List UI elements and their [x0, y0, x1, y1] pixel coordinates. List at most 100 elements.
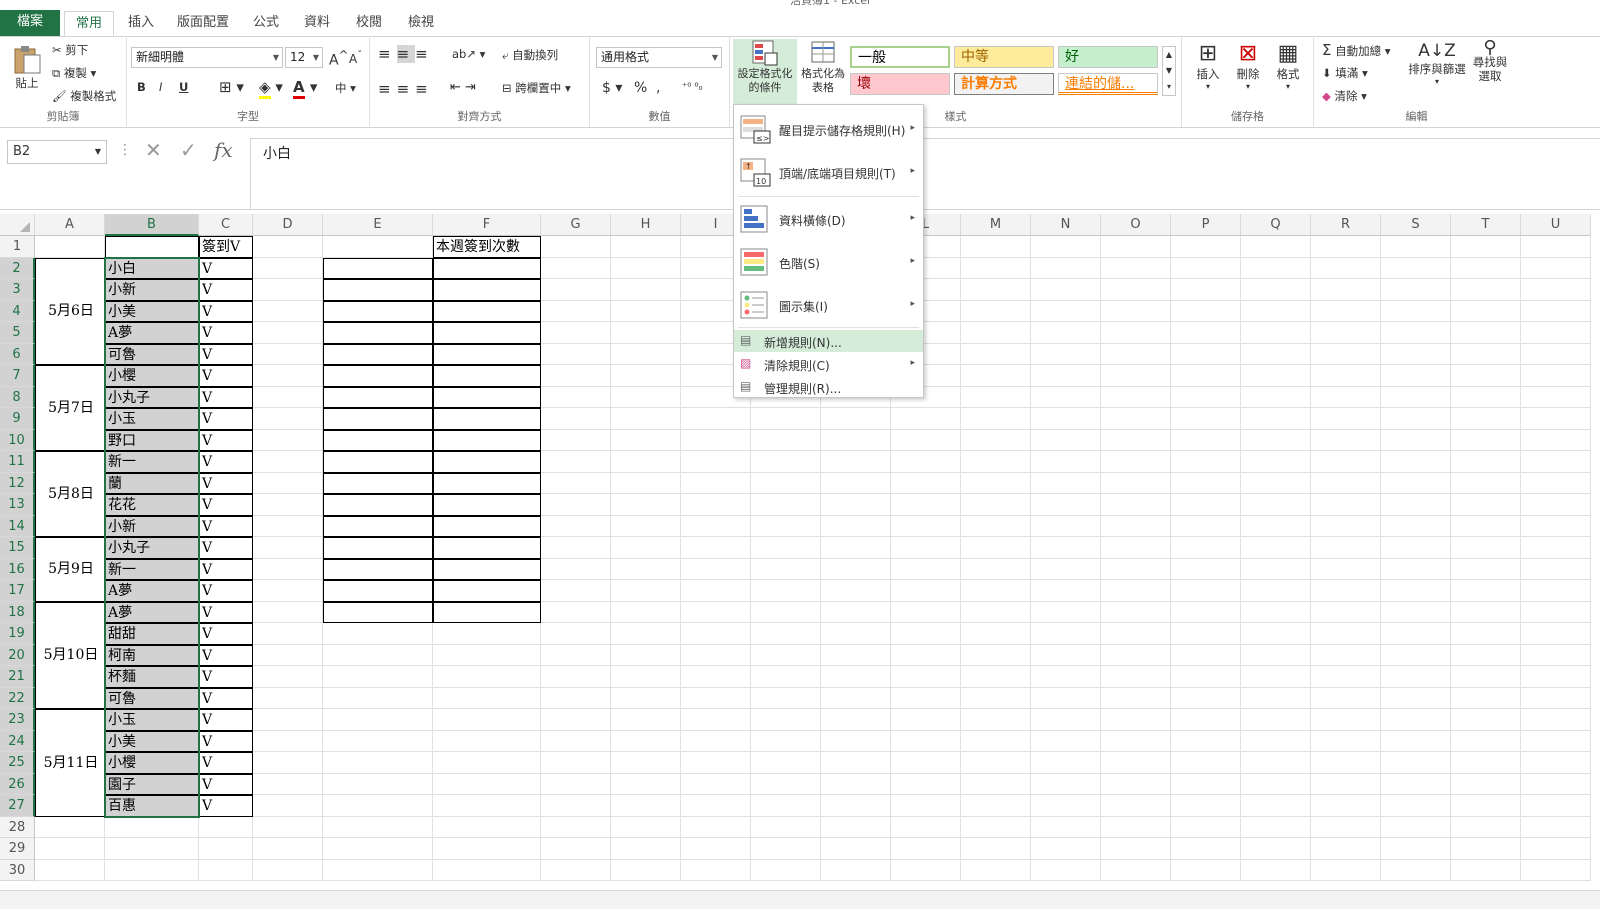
summary-cell[interactable]: [323, 408, 433, 430]
empty-cell[interactable]: [1101, 644, 1171, 666]
empty-cell[interactable]: [1171, 236, 1241, 258]
empty-cell[interactable]: [681, 451, 751, 473]
menu-item-highlight-rules[interactable]: ≤> 醒目提示儲存格規則(H) ▸: [734, 109, 923, 149]
empty-cell[interactable]: [253, 494, 323, 516]
checkin-mark-cell[interactable]: V: [199, 451, 253, 473]
empty-cell[interactable]: [541, 795, 611, 817]
empty-cell[interactable]: [611, 730, 681, 752]
menu-item-data-bars[interactable]: 資料橫條(D) ▸: [734, 199, 923, 239]
empty-cell[interactable]: [961, 236, 1031, 258]
empty-cell[interactable]: [323, 773, 433, 795]
empty-cell[interactable]: [1171, 386, 1241, 408]
empty-cell[interactable]: [1451, 429, 1521, 451]
summary-cell[interactable]: [323, 472, 433, 494]
empty-cell[interactable]: [253, 386, 323, 408]
row-header[interactable]: 14: [0, 515, 35, 537]
empty-cell[interactable]: [1521, 343, 1591, 365]
empty-cell[interactable]: [1101, 365, 1171, 387]
name-cell[interactable]: 小美: [105, 730, 199, 752]
empty-cell[interactable]: [253, 601, 323, 623]
empty-cell[interactable]: [1031, 537, 1101, 559]
empty-cell[interactable]: [681, 494, 751, 516]
column-header[interactable]: E: [323, 214, 433, 236]
empty-cell[interactable]: [1521, 494, 1591, 516]
summary-cell[interactable]: [323, 601, 433, 623]
cut-button[interactable]: ✂ 剪下: [52, 42, 88, 58]
empty-cell[interactable]: [1171, 795, 1241, 817]
empty-cell[interactable]: [433, 730, 541, 752]
empty-cell[interactable]: [1241, 343, 1311, 365]
empty-cell[interactable]: [1031, 730, 1101, 752]
empty-cell[interactable]: [253, 279, 323, 301]
checkin-mark-cell[interactable]: V: [199, 300, 253, 322]
empty-cell[interactable]: [821, 838, 891, 860]
empty-cell[interactable]: [1451, 666, 1521, 688]
empty-cell[interactable]: [1521, 537, 1591, 559]
bold-button[interactable]: B: [137, 80, 146, 94]
name-cell[interactable]: 小丸子: [105, 537, 199, 559]
empty-cell[interactable]: [1451, 601, 1521, 623]
empty-cell[interactable]: [961, 472, 1031, 494]
column-header[interactable]: B: [105, 214, 199, 236]
empty-cell[interactable]: [1451, 816, 1521, 838]
checkin-mark-cell[interactable]: V: [199, 666, 253, 688]
summary-cell[interactable]: [323, 343, 433, 365]
summary-cell[interactable]: [323, 279, 433, 301]
empty-cell[interactable]: [751, 816, 821, 838]
empty-cell[interactable]: [751, 408, 821, 430]
empty-cell[interactable]: [1241, 666, 1311, 688]
empty-cell[interactable]: [253, 300, 323, 322]
column-header[interactable]: G: [541, 214, 611, 236]
checkin-mark-cell[interactable]: V: [199, 494, 253, 516]
empty-cell[interactable]: [1171, 623, 1241, 645]
empty-cell[interactable]: [541, 322, 611, 344]
empty-cell[interactable]: [681, 472, 751, 494]
empty-cell[interactable]: [1381, 580, 1451, 602]
empty-cell[interactable]: [891, 537, 961, 559]
empty-cell[interactable]: [1311, 300, 1381, 322]
empty-cell[interactable]: [433, 666, 541, 688]
empty-cell[interactable]: [253, 752, 323, 774]
empty-cell[interactable]: [433, 859, 541, 881]
empty-cell[interactable]: [751, 580, 821, 602]
empty-cell[interactable]: [253, 365, 323, 387]
empty-cell[interactable]: [891, 558, 961, 580]
empty-cell[interactable]: [1031, 687, 1101, 709]
empty-cell[interactable]: [1101, 279, 1171, 301]
empty-cell[interactable]: [1311, 859, 1381, 881]
empty-cell[interactable]: [1101, 816, 1171, 838]
row-header[interactable]: 25: [0, 752, 35, 774]
empty-cell[interactable]: [1381, 279, 1451, 301]
empty-cell[interactable]: [323, 709, 433, 731]
summary-cell[interactable]: [433, 558, 541, 580]
find-select-button[interactable]: ⚲ 尋找與選取: [1470, 39, 1510, 84]
empty-cell[interactable]: [253, 816, 323, 838]
empty-cell[interactable]: [1311, 601, 1381, 623]
empty-cell[interactable]: [961, 709, 1031, 731]
empty-cell[interactable]: [1101, 838, 1171, 860]
row-header[interactable]: 1: [0, 236, 35, 258]
summary-cell[interactable]: [433, 580, 541, 602]
empty-cell[interactable]: [961, 752, 1031, 774]
empty-cell[interactable]: [1241, 365, 1311, 387]
empty-cell[interactable]: [681, 816, 751, 838]
row-header[interactable]: 10: [0, 429, 35, 451]
empty-cell[interactable]: [541, 494, 611, 516]
empty-cell[interactable]: [681, 644, 751, 666]
empty-cell[interactable]: [1031, 623, 1101, 645]
empty-cell[interactable]: [1521, 322, 1591, 344]
empty-cell[interactable]: [1451, 752, 1521, 774]
empty-cell[interactable]: [1241, 816, 1311, 838]
empty-cell[interactable]: [891, 838, 961, 860]
summary-cell[interactable]: [323, 300, 433, 322]
tab-insert[interactable]: 插入: [118, 11, 164, 36]
empty-cell[interactable]: [1101, 257, 1171, 279]
empty-cell[interactable]: [751, 666, 821, 688]
empty-cell[interactable]: [1241, 386, 1311, 408]
empty-cell[interactable]: [541, 687, 611, 709]
empty-cell[interactable]: [821, 408, 891, 430]
empty-cell[interactable]: [1521, 816, 1591, 838]
empty-cell[interactable]: [891, 687, 961, 709]
tab-review[interactable]: 校閱: [348, 11, 390, 36]
summary-cell[interactable]: [323, 558, 433, 580]
